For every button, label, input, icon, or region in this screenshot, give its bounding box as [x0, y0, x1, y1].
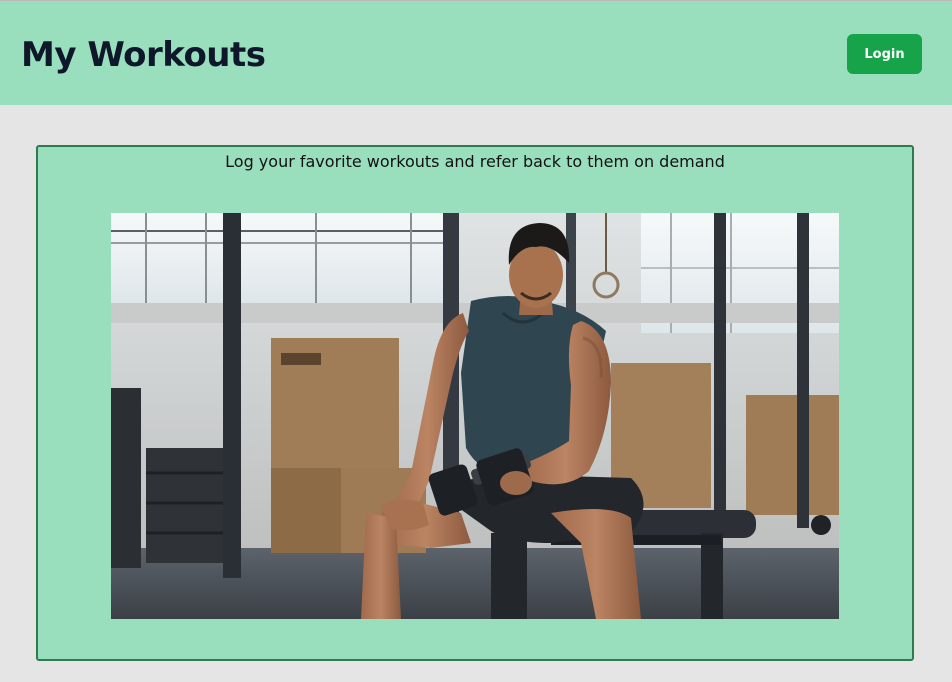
login-button[interactable]: Login [847, 34, 922, 74]
hero-image [111, 213, 839, 619]
app-header: My Workouts Login [0, 0, 952, 105]
page-title: My Workouts [21, 35, 266, 75]
hero-tagline: Log your favorite workouts and refer bac… [225, 152, 725, 171]
hero-card: Log your favorite workouts and refer bac… [36, 145, 914, 661]
gym-photo-illustration [111, 213, 839, 619]
